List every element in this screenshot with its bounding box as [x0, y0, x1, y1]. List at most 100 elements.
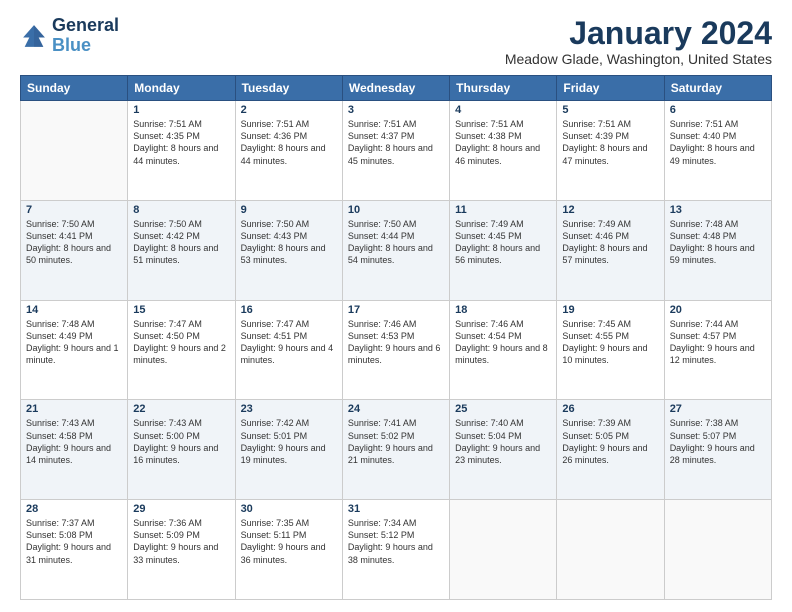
table-row: 17Sunrise: 7:46 AMSunset: 4:53 PMDayligh… — [342, 300, 449, 400]
table-row — [557, 500, 664, 600]
calendar-week-row: 14 Sunrise: 7:48 AMSunset: 4:49 PMDayligh… — [21, 300, 772, 400]
day-number: 14 — [26, 304, 122, 316]
day-number: 11 — [455, 204, 551, 216]
day-number: 17 — [348, 304, 444, 316]
calendar-header-row: Sunday Monday Tuesday Wednesday Thursday… — [21, 76, 772, 101]
day-number: 21 — [26, 403, 122, 415]
table-row: 8 Sunrise: 7:50 AMSunset: 4:42 PMDaylight… — [128, 200, 235, 300]
month-title: January 2024 — [505, 16, 772, 51]
table-row: 10Sunrise: 7:50 AMSunset: 4:44 PMDayligh… — [342, 200, 449, 300]
col-tuesday: Tuesday — [235, 76, 342, 101]
title-block: January 2024 Meadow Glade, Washington, U… — [505, 16, 772, 67]
table-row: 3Sunrise: 7:51 AMSunset: 4:37 PMDaylight… — [342, 101, 449, 201]
table-row: 18 Sunrise: 7:46 AMSunset: 4:54 PMDayligh… — [450, 300, 557, 400]
table-row: 27Sunrise: 7:38 AMSunset: 5:07 PMDayligh… — [664, 400, 771, 500]
day-number: 24 — [348, 403, 444, 415]
day-number: 4 — [455, 104, 551, 116]
col-thursday: Thursday — [450, 76, 557, 101]
table-row: 6Sunrise: 7:51 AMSunset: 4:40 PMDaylight… — [664, 101, 771, 201]
calendar-week-row: 28Sunrise: 7:37 AMSunset: 5:08 PMDayligh… — [21, 500, 772, 600]
day-info: Sunrise: 7:38 AMSunset: 5:07 PMDaylight:… — [670, 417, 766, 466]
day-number: 1 — [133, 104, 229, 116]
logo-text: General Blue — [52, 16, 119, 56]
page: General Blue January 2024 Meadow Glade, … — [0, 0, 792, 612]
table-row: 25 Sunrise: 7:40 AMSunset: 5:04 PMDayligh… — [450, 400, 557, 500]
table-row: 1 Sunrise: 7:51 AMSunset: 4:35 PMDaylight… — [128, 101, 235, 201]
table-row: 28Sunrise: 7:37 AMSunset: 5:08 PMDayligh… — [21, 500, 128, 600]
day-info: Sunrise: 7:50 AMSunset: 4:43 PMDaylight:… — [241, 218, 337, 267]
day-number: 18 — [455, 304, 551, 316]
day-info: Sunrise: 7:44 AMSunset: 4:57 PMDaylight:… — [670, 318, 766, 367]
table-row: 13 Sunrise: 7:48 AMSunset: 4:48 PMDayligh… — [664, 200, 771, 300]
table-row: 19Sunrise: 7:45 AMSunset: 4:55 PMDayligh… — [557, 300, 664, 400]
day-number: 26 — [562, 403, 658, 415]
day-info: Sunrise: 7:50 AMSunset: 4:44 PMDaylight:… — [348, 218, 444, 267]
table-row: 23Sunrise: 7:42 AMSunset: 5:01 PMDayligh… — [235, 400, 342, 500]
day-number: 13 — [670, 204, 766, 216]
day-number: 28 — [26, 503, 122, 515]
calendar-week-row: 21 Sunrise: 7:43 AMSunset: 4:58 PMDayligh… — [21, 400, 772, 500]
location: Meadow Glade, Washington, United States — [505, 51, 772, 67]
day-number: 20 — [670, 304, 766, 316]
day-number: 16 — [241, 304, 337, 316]
day-number: 23 — [241, 403, 337, 415]
table-row: 20 Sunrise: 7:44 AMSunset: 4:57 PMDayligh… — [664, 300, 771, 400]
table-row: 31 Sunrise: 7:34 AMSunset: 5:12 PMDayligh… — [342, 500, 449, 600]
col-wednesday: Wednesday — [342, 76, 449, 101]
day-info: Sunrise: 7:48 AMSunset: 4:49 PMDaylight:… — [26, 318, 122, 367]
day-number: 15 — [133, 304, 229, 316]
day-info: Sunrise: 7:49 AMSunset: 4:45 PMDaylight:… — [455, 218, 551, 267]
day-info: Sunrise: 7:51 AMSunset: 4:39 PMDaylight:… — [562, 118, 658, 167]
day-info: Sunrise: 7:40 AMSunset: 5:04 PMDaylight:… — [455, 417, 551, 466]
day-number: 9 — [241, 204, 337, 216]
table-row: 4Sunrise: 7:51 AMSunset: 4:38 PMDaylight… — [450, 101, 557, 201]
day-info: Sunrise: 7:43 AMSunset: 4:58 PMDaylight:… — [26, 417, 122, 466]
table-row: 29Sunrise: 7:36 AMSunset: 5:09 PMDayligh… — [128, 500, 235, 600]
table-row: 26Sunrise: 7:39 AMSunset: 5:05 PMDayligh… — [557, 400, 664, 500]
day-number: 12 — [562, 204, 658, 216]
day-number: 31 — [348, 503, 444, 515]
day-info: Sunrise: 7:49 AMSunset: 4:46 PMDaylight:… — [562, 218, 658, 267]
table-row — [450, 500, 557, 600]
table-row: 2Sunrise: 7:51 AMSunset: 4:36 PMDaylight… — [235, 101, 342, 201]
day-number: 3 — [348, 104, 444, 116]
day-info: Sunrise: 7:34 AMSunset: 5:12 PMDaylight:… — [348, 517, 444, 566]
day-info: Sunrise: 7:48 AMSunset: 4:48 PMDaylight:… — [670, 218, 766, 267]
day-info: Sunrise: 7:35 AMSunset: 5:11 PMDaylight:… — [241, 517, 337, 566]
table-row: 16Sunrise: 7:47 AMSunset: 4:51 PMDayligh… — [235, 300, 342, 400]
day-number: 29 — [133, 503, 229, 515]
calendar-week-row: 7 Sunrise: 7:50 AMSunset: 4:41 PMDaylight… — [21, 200, 772, 300]
day-info: Sunrise: 7:47 AMSunset: 4:50 PMDaylight:… — [133, 318, 229, 367]
logo: General Blue — [20, 16, 119, 56]
table-row: 14 Sunrise: 7:48 AMSunset: 4:49 PMDayligh… — [21, 300, 128, 400]
col-friday: Friday — [557, 76, 664, 101]
logo-icon — [20, 22, 48, 50]
day-info: Sunrise: 7:51 AMSunset: 4:40 PMDaylight:… — [670, 118, 766, 167]
day-info: Sunrise: 7:51 AMSunset: 4:35 PMDaylight:… — [133, 118, 229, 167]
table-row: 11 Sunrise: 7:49 AMSunset: 4:45 PMDayligh… — [450, 200, 557, 300]
day-number: 22 — [133, 403, 229, 415]
table-row: 22 Sunrise: 7:43 AMSunset: 5:00 PMDayligh… — [128, 400, 235, 500]
table-row: 30 Sunrise: 7:35 AMSunset: 5:11 PMDayligh… — [235, 500, 342, 600]
day-info: Sunrise: 7:43 AMSunset: 5:00 PMDaylight:… — [133, 417, 229, 466]
day-info: Sunrise: 7:50 AMSunset: 4:41 PMDaylight:… — [26, 218, 122, 267]
table-row: 5Sunrise: 7:51 AMSunset: 4:39 PMDaylight… — [557, 101, 664, 201]
day-number: 30 — [241, 503, 337, 515]
header: General Blue January 2024 Meadow Glade, … — [20, 16, 772, 67]
day-info: Sunrise: 7:46 AMSunset: 4:54 PMDaylight:… — [455, 318, 551, 367]
day-info: Sunrise: 7:45 AMSunset: 4:55 PMDaylight:… — [562, 318, 658, 367]
col-saturday: Saturday — [664, 76, 771, 101]
col-monday: Monday — [128, 76, 235, 101]
calendar: Sunday Monday Tuesday Wednesday Thursday… — [20, 75, 772, 600]
day-number: 7 — [26, 204, 122, 216]
table-row: 12 Sunrise: 7:49 AMSunset: 4:46 PMDayligh… — [557, 200, 664, 300]
day-number: 8 — [133, 204, 229, 216]
table-row: 15 Sunrise: 7:47 AMSunset: 4:50 PMDayligh… — [128, 300, 235, 400]
day-info: Sunrise: 7:50 AMSunset: 4:42 PMDaylight:… — [133, 218, 229, 267]
table-row: 21 Sunrise: 7:43 AMSunset: 4:58 PMDayligh… — [21, 400, 128, 500]
day-number: 25 — [455, 403, 551, 415]
table-row — [21, 101, 128, 201]
day-number: 2 — [241, 104, 337, 116]
calendar-week-row: 1 Sunrise: 7:51 AMSunset: 4:35 PMDaylight… — [21, 101, 772, 201]
col-sunday: Sunday — [21, 76, 128, 101]
